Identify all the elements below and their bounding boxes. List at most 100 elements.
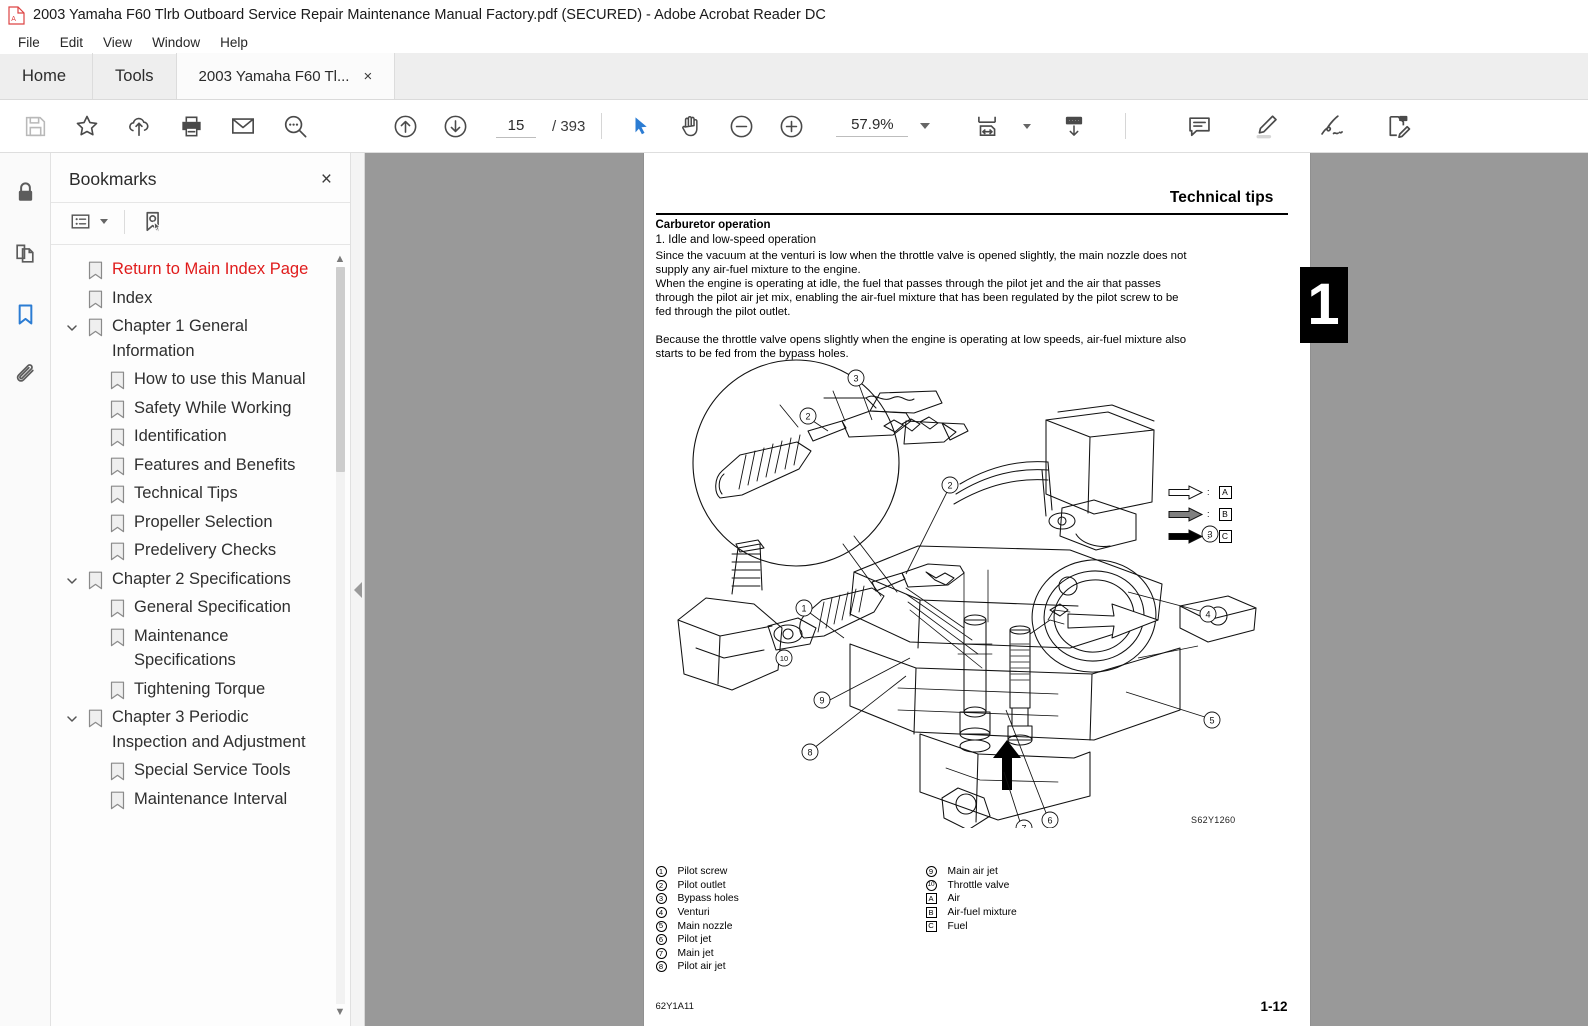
legend-marker: 8	[655, 961, 676, 973]
chevron-down-icon[interactable]	[920, 123, 931, 129]
menu-file[interactable]: File	[8, 35, 50, 50]
zoom-in-icon[interactable]	[768, 104, 814, 148]
sign-icon[interactable]	[1308, 104, 1354, 148]
application-body: Bookmarks × Return to Main Index Page In…	[0, 153, 1588, 1026]
bookmark-item-label: Technical Tips	[134, 484, 238, 502]
bookmark-spacer	[83, 677, 105, 684]
bookmark-item-label: Safety While Working	[134, 398, 292, 417]
scroll-down-icon[interactable]: ▼	[333, 1004, 347, 1020]
pdf-page: Technical tips 1 Carburetor operation 1.…	[643, 153, 1348, 1026]
menu-help[interactable]: Help	[210, 35, 258, 50]
bookmark-item-label: Chapter 2 Specifications	[112, 569, 291, 588]
legend-label: Fuel	[947, 920, 968, 932]
bookmark-options-button[interactable]	[69, 210, 108, 233]
legend-row: 7 Main jet	[655, 947, 926, 961]
scroll-mode-icon[interactable]	[1051, 104, 1097, 148]
bookmark-item[interactable]: Return to Main Index Page	[51, 255, 350, 284]
bookmark-item[interactable]: General Specification	[51, 593, 350, 622]
panel-collapse-handle[interactable]	[351, 153, 365, 1026]
bookmark-item[interactable]: Chapter 1 General Information	[51, 312, 350, 365]
legend-row: A Air	[925, 892, 1196, 906]
legend-label: Air	[947, 893, 961, 905]
toolbar-page-nav: / 393	[382, 104, 814, 148]
legend-marker-value: C	[925, 920, 937, 932]
bookmark-item[interactable]: Safety While Working	[51, 394, 350, 423]
bookmarks-toolbar	[51, 202, 350, 244]
legend-marker: 3	[655, 893, 676, 905]
attachments-icon[interactable]	[8, 358, 42, 392]
fill-and-sign-icon[interactable]	[1374, 104, 1420, 148]
highlight-icon[interactable]	[1242, 104, 1288, 148]
bookmark-item[interactable]: Predelivery Checks	[51, 536, 350, 565]
page-total-label: / 393	[552, 117, 586, 135]
legend-marker: 5	[655, 920, 676, 932]
bookmark-item[interactable]: Maintenance Specifications	[51, 622, 350, 675]
current-page-input[interactable]	[496, 114, 536, 138]
bookmark-item[interactable]: Features and Benefits	[51, 451, 350, 480]
tab-document[interactable]: 2003 Yamaha F60 Tl... ×	[176, 53, 395, 99]
security-lock-icon[interactable]	[8, 175, 42, 209]
bookmarks-icon[interactable]	[8, 297, 42, 331]
chevron-down-icon[interactable]	[100, 219, 108, 224]
save-icon[interactable]	[12, 104, 58, 148]
arrow-key-mark-c: C	[1218, 529, 1232, 543]
bookmark-item[interactable]: Chapter 2 Specifications	[51, 565, 350, 594]
page-down-icon[interactable]	[432, 104, 478, 148]
svg-text:10: 10	[779, 654, 787, 663]
bookmark-item[interactable]: Technical Tips	[51, 479, 350, 508]
print-icon[interactable]	[168, 104, 214, 148]
fit-page-icon[interactable]	[964, 104, 1010, 148]
chevron-down-icon[interactable]	[61, 705, 83, 726]
toolbar-divider	[601, 113, 603, 139]
menu-edit[interactable]: Edit	[50, 35, 93, 50]
select-tool-icon[interactable]	[618, 104, 664, 148]
comment-icon[interactable]	[1176, 104, 1222, 148]
bookmark-item[interactable]: Identification	[51, 422, 350, 451]
menu-view[interactable]: View	[93, 35, 142, 50]
bookmark-icon	[83, 257, 107, 280]
close-icon[interactable]: ×	[321, 170, 332, 189]
scrollbar-thumb[interactable]	[336, 267, 345, 472]
bookmark-item[interactable]: Maintenance Interval	[51, 785, 350, 814]
cloud-upload-icon[interactable]	[116, 104, 162, 148]
svg-text:2: 2	[805, 412, 810, 422]
bookmark-item-label: Predelivery Checks	[134, 541, 277, 559]
legend-marker-value: 6	[655, 934, 667, 946]
document-viewer[interactable]: Technical tips 1 Carburetor operation 1.…	[365, 153, 1588, 1026]
bookmark-item-label: Return to Main Index Page	[112, 260, 309, 278]
page-thumbnails-icon[interactable]	[8, 236, 42, 270]
menu-window[interactable]: Window	[142, 35, 210, 50]
tab-tools[interactable]: Tools	[93, 53, 177, 99]
chevron-down-icon[interactable]	[61, 314, 83, 335]
close-icon[interactable]: ×	[363, 69, 372, 84]
page-up-icon[interactable]	[382, 104, 428, 148]
bookmarks-scrollbar[interactable]: ▲ ▼	[333, 251, 347, 1020]
legend-label: Pilot air jet	[677, 961, 726, 973]
bookmark-icon	[105, 677, 129, 700]
chevron-down-icon[interactable]	[61, 567, 83, 588]
legend-marker: 4	[655, 907, 676, 919]
email-icon[interactable]	[220, 104, 266, 148]
legend-marker-value: 3	[655, 893, 667, 905]
bookmark-item[interactable]: Index	[51, 284, 350, 313]
search-icon[interactable]	[272, 104, 318, 148]
legend-marker-value: 7	[655, 947, 667, 959]
hand-tool-icon[interactable]	[668, 104, 714, 148]
bookmark-item[interactable]: Tightening Torque	[51, 675, 350, 704]
arrow-key-row-fuel: : C	[1168, 527, 1232, 545]
bookmark-item[interactable]: How to use this Manual	[51, 365, 350, 394]
bookmark-icon	[105, 624, 129, 647]
new-bookmark-button[interactable]	[141, 209, 166, 234]
legend-label: Air-fuel mixture	[947, 907, 1017, 919]
scroll-up-icon[interactable]: ▲	[333, 251, 347, 267]
tab-home[interactable]: Home	[0, 53, 94, 99]
arrow-gray-icon	[1168, 506, 1204, 522]
legend-marker-value: B	[925, 907, 937, 919]
bookmark-item[interactable]: Chapter 3 Periodic Inspection and Adjust…	[51, 703, 350, 756]
bookmark-item[interactable]: Special Service Tools	[51, 756, 350, 785]
zoom-level-control[interactable]: 57.9%	[836, 116, 931, 137]
star-icon[interactable]	[64, 104, 110, 148]
chevron-down-icon[interactable]	[1023, 123, 1032, 129]
bookmark-item[interactable]: Propeller Selection	[51, 508, 350, 537]
zoom-out-icon[interactable]	[718, 104, 764, 148]
